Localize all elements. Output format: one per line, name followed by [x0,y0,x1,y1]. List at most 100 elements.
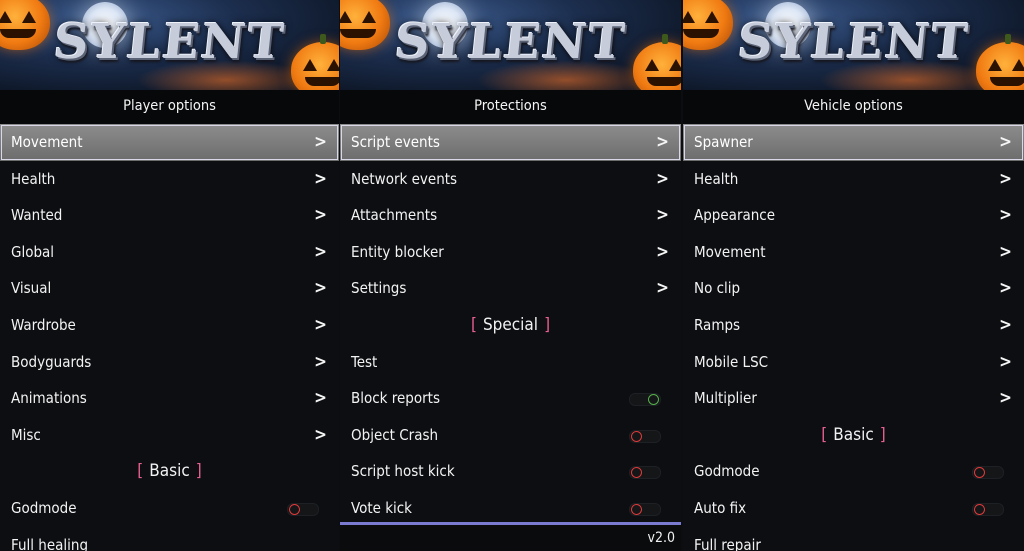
menu-item-label: Wardrobe [11,315,76,334]
menu-item-label: Vote kick [351,498,412,517]
menu-item-entity-blocker[interactable]: Entity blocker > [340,234,681,271]
menu-item-label: Spawner [694,133,753,151]
menu-item-label: Script events [351,133,440,151]
menu-item-label: Appearance [694,206,776,225]
menu-item-label: Settings [351,279,407,298]
menu-item-label: Full repair [694,535,761,551]
chevron-right-icon: > [999,205,1012,226]
menu-item-object-crash[interactable]: Object Crash [340,417,681,454]
chevron-right-icon: > [314,168,327,189]
panel-title: Player options [0,90,339,124]
menu-item-animations[interactable]: Animations > [0,380,339,417]
menu-list: Movement > Health > Wanted > Global > Visual… [0,124,339,551]
sylent-logo: SYLENT [735,14,972,70]
menu-item-label: Godmode [694,462,760,481]
chevron-right-icon: > [656,132,669,152]
toggle-switch[interactable] [972,502,1004,516]
menu-item-label: Object Crash [351,425,439,444]
vehicle-options-panel: SYLENT Vehicle options Spawner > Health > … [683,0,1024,551]
menu-item-label: Script host kick [351,462,455,481]
menu-item-label: Mobile LSC [694,352,769,371]
menu-item-no-clip[interactable]: No clip > [683,270,1024,307]
chevron-right-icon: > [314,205,327,226]
sylent-logo: SYLENT [392,14,629,70]
menu-item-block-reports[interactable]: Block reports [340,380,681,417]
menu-item-script-host-kick[interactable]: Script host kick [340,453,681,490]
chevron-right-icon: > [314,278,327,299]
menu-item-label: No clip [694,279,741,298]
menu-item-global[interactable]: Global > [0,234,339,271]
menu-item-godmode[interactable]: Godmode [0,490,339,527]
menu-item-label: Health [11,169,56,188]
menu-item-godmode[interactable]: Godmode [683,453,1024,490]
toggle-switch[interactable] [972,466,1004,480]
menu-list: Script events > Network events > Attachmen… [340,124,681,527]
menu-item-label: Visual [11,279,52,298]
menu-item-wanted[interactable]: Wanted > [0,197,339,234]
halloween-banner: SYLENT [340,0,681,90]
menu-item-health[interactable]: Health > [683,161,1024,198]
menu-item-mobile-lsc[interactable]: Mobile LSC > [683,344,1024,381]
panel-footer: v2.0 [340,522,681,551]
menu-item-auto-fix[interactable]: Auto fix [683,490,1024,527]
chevron-right-icon: > [999,132,1012,152]
version-label: v2.0 [647,530,675,546]
menu-item-label: Animations [11,389,87,408]
menu-item-full-repair[interactable]: Full repair [683,527,1024,551]
menu-item-full-healing[interactable]: Full healing [0,527,339,551]
sylent-logo: SYLENT [51,14,288,70]
menu-item-settings[interactable]: Settings > [340,270,681,307]
menu-item-attachments[interactable]: Attachments > [340,197,681,234]
toggle-switch[interactable] [287,502,319,516]
menu-item-label: Attachments [351,206,438,225]
protections-panel: SYLENT Protections Script events > Networ… [340,0,681,551]
chevron-right-icon: > [314,424,327,445]
chevron-right-icon: > [314,241,327,262]
chevron-right-icon: > [999,351,1012,372]
menu-item-misc[interactable]: Misc > [0,417,339,454]
chevron-right-icon: > [656,241,669,262]
menu-item-movement[interactable]: Movement > [0,124,339,161]
menu-item-ramps[interactable]: Ramps > [683,307,1024,344]
menu-item-wardrobe[interactable]: Wardrobe > [0,307,339,344]
menu-item-label: Movement [694,242,766,261]
chevron-right-icon: > [999,168,1012,189]
toggle-switch[interactable] [629,393,661,407]
toggle-switch[interactable] [629,502,661,516]
toggle-switch[interactable] [629,429,661,443]
menu-item-label: Entity blocker [351,242,444,261]
menu-item-label: Wanted [11,206,63,225]
chevron-right-icon: > [314,132,327,152]
menu-item-label: Auto fix [694,498,747,517]
menu-item-label: Global [11,242,55,261]
menu-item-label: Multiplier [694,389,757,408]
section-header-basic: [Basic] [821,424,886,445]
player-options-panel: SYLENT Player options Movement > Health > … [0,0,339,551]
menu-item-appearance[interactable]: Appearance > [683,197,1024,234]
menu-item-test[interactable]: Test [340,344,681,381]
menu-item-spawner[interactable]: Spawner > [683,124,1024,161]
menu-item-label: Ramps [694,315,741,334]
menu-item-script-events[interactable]: Script events > [340,124,681,161]
chevron-right-icon: > [999,314,1012,335]
menu-item-bodyguards[interactable]: Bodyguards > [0,344,339,381]
halloween-banner: SYLENT [0,0,339,90]
toggle-switch[interactable] [629,466,661,480]
chevron-right-icon: > [314,388,327,409]
menu-item-multiplier[interactable]: Multiplier > [683,380,1024,417]
menu-item-visual[interactable]: Visual > [0,270,339,307]
menu-item-label: Movement [11,133,83,151]
menu-item-label: Bodyguards [11,352,92,371]
menu-item-network-events[interactable]: Network events > [340,161,681,198]
menu-item-movement[interactable]: Movement > [683,234,1024,271]
chevron-right-icon: > [656,205,669,226]
menu-item-label: Network events [351,169,458,188]
section-header-basic: [Basic] [137,461,202,482]
chevron-right-icon: > [314,351,327,372]
chevron-right-icon: > [314,314,327,335]
menu-item-label: Full healing [11,535,89,551]
menu-list: Spawner > Health > Appearance > Movement > N… [683,124,1024,551]
section-header-special: [Special] [470,314,551,335]
panel-title: Vehicle options [683,90,1024,124]
menu-item-health[interactable]: Health > [0,161,339,198]
